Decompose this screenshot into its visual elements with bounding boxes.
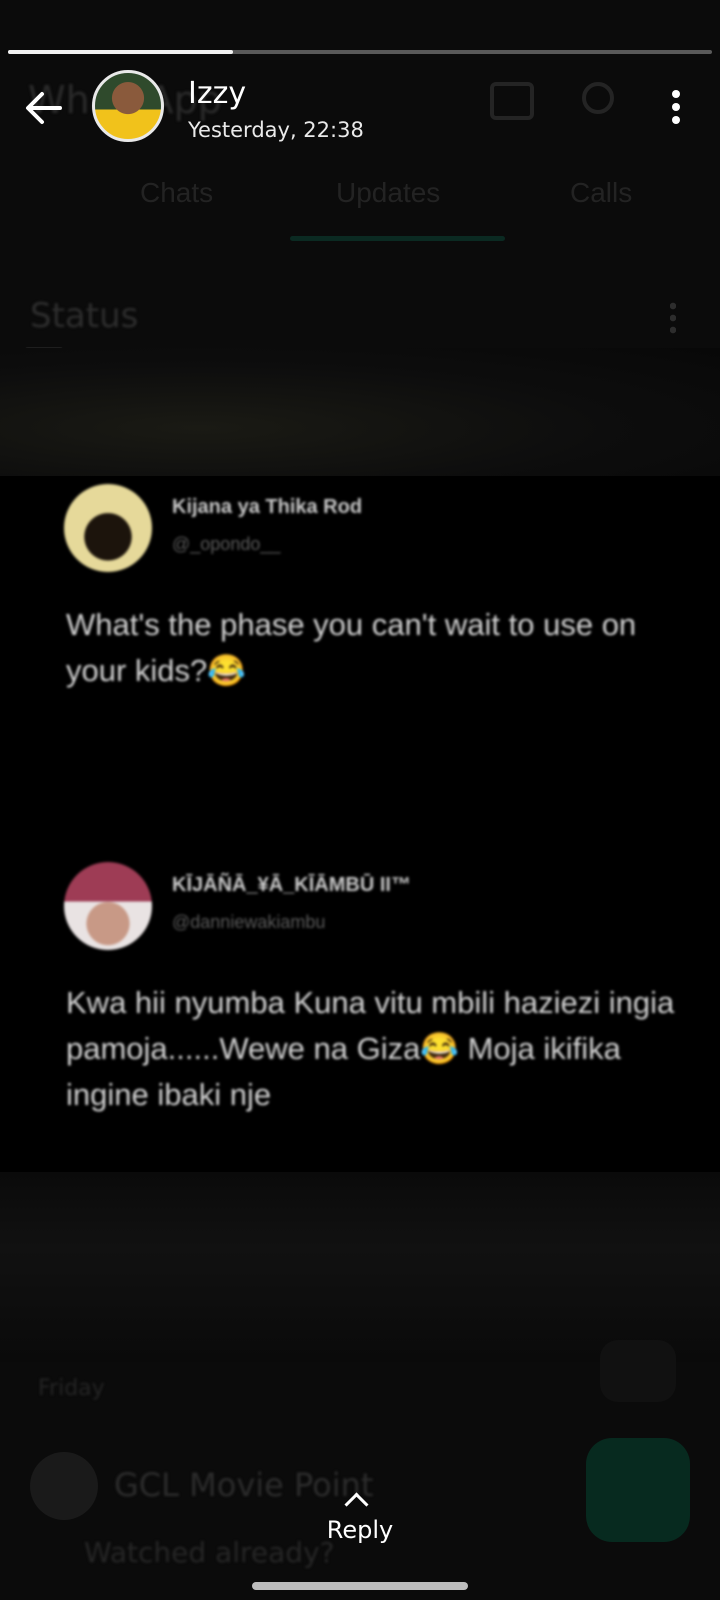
tweet-display-name: KĪJĀÑĀ_¥Ā_KĪĀMBŪ II™ bbox=[172, 874, 411, 896]
tab-bar-background: Chats Updates Calls bbox=[0, 165, 720, 381]
reply-label: Reply bbox=[326, 1516, 394, 1544]
tweet-display-name: Kijana ya Thika Rod bbox=[172, 496, 363, 518]
friday-label: Friday bbox=[38, 1376, 105, 1401]
status-more-icon bbox=[670, 300, 676, 334]
camera-fab-background bbox=[586, 1438, 690, 1542]
tweet-card: KĪJĀÑĀ_¥Ā_KĪĀMBŪ II™ @danniewakiambu Kwa… bbox=[64, 862, 704, 1112]
camera-icon bbox=[490, 82, 534, 120]
status-heading: Status bbox=[30, 296, 139, 336]
status-timestamp: Yesterday, 22:38 bbox=[188, 118, 364, 142]
tweet-avatar bbox=[64, 484, 152, 572]
tweet-handle: @danniewakiambu bbox=[172, 912, 326, 932]
chevron-up-icon bbox=[344, 1492, 369, 1517]
tab-updates: Updates bbox=[336, 177, 441, 208]
tweet-text: What's the phase you can't wait to use o… bbox=[66, 607, 637, 688]
avatar[interactable] bbox=[92, 70, 164, 142]
gesture-home-bar[interactable] bbox=[252, 1582, 468, 1590]
tweet-text: Kwa hii nyumba Kuna vitu mbili haziezi i… bbox=[66, 985, 675, 1112]
recent-caption: Watched already? bbox=[84, 1536, 335, 1569]
search-icon bbox=[582, 82, 614, 114]
more-vert-icon[interactable] bbox=[672, 90, 680, 124]
reply-button[interactable]: Reply bbox=[310, 1490, 410, 1550]
tweet-card: Kijana ya Thika Rod @_opondo__ What's th… bbox=[64, 484, 704, 704]
status-progress-fill bbox=[8, 50, 234, 54]
media-blur-top bbox=[0, 348, 720, 476]
tab-calls: Calls bbox=[570, 177, 633, 208]
status-owner-name[interactable]: Izzy bbox=[188, 76, 246, 111]
status-progress-bar bbox=[8, 50, 712, 54]
tweet-handle: @_opondo__ bbox=[172, 534, 281, 554]
pencil-fab-background bbox=[600, 1340, 676, 1402]
contact-avatar-background bbox=[30, 1452, 98, 1520]
tweet-avatar bbox=[64, 862, 152, 950]
back-arrow-icon[interactable] bbox=[22, 86, 66, 130]
media-blur-bottom bbox=[0, 1172, 720, 1362]
tab-chats: Chats bbox=[140, 177, 214, 208]
tab-underline bbox=[290, 236, 505, 241]
